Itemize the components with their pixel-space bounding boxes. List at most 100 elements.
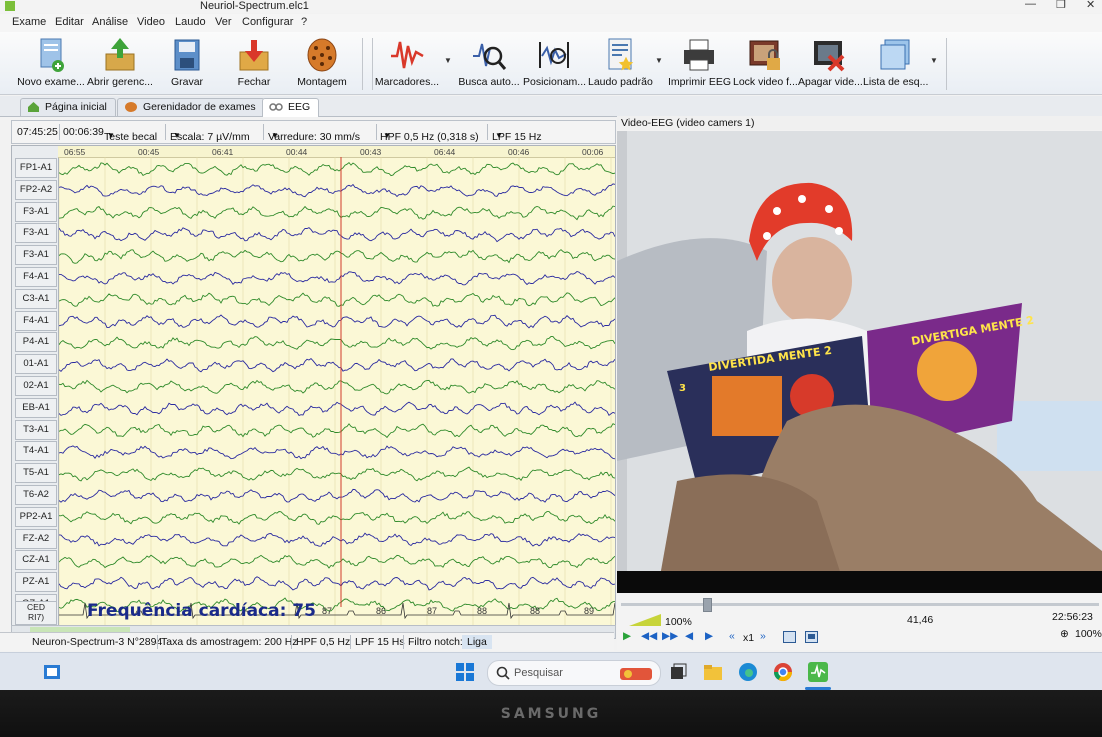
slower-icon[interactable]: « (729, 630, 735, 642)
positioning-button[interactable]: Posicionam... (523, 34, 586, 92)
video-seek-thumb[interactable] (703, 598, 712, 612)
close-exam-button[interactable]: Fechar (228, 34, 280, 92)
channel-label[interactable]: T5-A1 (15, 463, 57, 484)
faster-icon[interactable]: » (760, 630, 766, 642)
zoom-icon[interactable]: ⊕ (1060, 628, 1069, 640)
eeg-trace (59, 314, 615, 329)
eeg-trace (59, 466, 615, 482)
start-icon[interactable] (455, 662, 475, 682)
channel-label[interactable]: 02-A1 (15, 376, 57, 396)
channel-label[interactable]: F4-A1 (15, 310, 57, 331)
channel-label[interactable]: EB-A1 (15, 397, 57, 418)
video-feed[interactable]: DIVERTIDA MENTE 2 3 DIVERTIGA MENTE 2 (617, 131, 1102, 593)
play-icon[interactable]: ▶ (623, 630, 631, 642)
menu-video[interactable]: Video (137, 16, 165, 28)
eeg-trace (59, 532, 615, 547)
lock-video-button[interactable]: Lock video f... (733, 34, 798, 92)
channel-label[interactable]: P4-A1 (15, 332, 57, 353)
channel-label[interactable]: C3-A1 (15, 288, 57, 309)
print-eeg-button[interactable]: Imprimir EEG (668, 34, 731, 92)
new-exam-button[interactable]: Novo exame... (16, 34, 86, 92)
channel-label[interactable]: 01-A1 (15, 354, 57, 375)
step-forward-icon[interactable]: ▶ (705, 630, 713, 642)
menu-analise[interactable]: Análise (92, 16, 128, 28)
video-seek-track[interactable] (621, 603, 1099, 606)
menu-editar[interactable]: Editar (55, 16, 84, 28)
save-button[interactable]: Gravar (162, 34, 212, 92)
list-dropdown-icon[interactable]: ▼ (930, 56, 938, 65)
channel-label[interactable]: F3-A1 (15, 201, 57, 222)
report-dropdown-icon[interactable]: ▼ (655, 56, 663, 65)
time-tick-label: 00:06 (582, 147, 604, 157)
tab-eeg[interactable]: EEG (262, 98, 320, 117)
exam-manager-icon (125, 102, 137, 113)
notch-filter-toggle[interactable]: Liga (462, 635, 492, 649)
menu-laudo[interactable]: Laudo (175, 16, 206, 28)
open-manager-icon (105, 38, 135, 71)
rewind-icon[interactable]: ◀◀ (641, 630, 657, 642)
markers-dropdown-icon[interactable]: ▼ (444, 56, 452, 65)
channel-label[interactable]: T6-A2 (15, 485, 57, 505)
montage-button[interactable]: Montagem (293, 34, 351, 92)
widgets-icon[interactable] (42, 662, 62, 682)
eeg-trace (59, 161, 615, 177)
menu-configurar[interactable]: Configurar (242, 16, 293, 28)
channel-label[interactable]: T4-A1 (15, 441, 57, 462)
delete-video-button[interactable]: Apagar vide... (798, 34, 863, 92)
positioning-icon (539, 42, 569, 68)
chrome-icon[interactable] (773, 662, 793, 682)
list-button[interactable]: Lista de esq... (863, 34, 928, 92)
minimize-icon[interactable]: — (1025, 0, 1036, 10)
ecg-rate-value: 86 (376, 606, 387, 616)
maximize-icon[interactable]: ❐ (1056, 0, 1066, 11)
monitor-bezel: SAMSUNG (0, 690, 1102, 737)
eeg-trace-area[interactable]: FP1-A1 FP2-A2 F3-A1 F3-A1 F3-A1 F4-A1 C3-A1 F4-… (11, 145, 616, 627)
auto-search-icon (473, 43, 507, 70)
taskbar-search[interactable]: Pesquisar (487, 660, 661, 686)
channel-label[interactable]: FP1-A1 (15, 158, 57, 178)
channel-label[interactable]: F3-A1 (15, 223, 57, 244)
volume-icon[interactable] (629, 614, 661, 626)
toolbar-separator (362, 38, 363, 90)
eeg-trace (59, 183, 615, 198)
channel-label[interactable]: CZ-A1 (15, 550, 57, 571)
current-time: 07:45:25 (17, 126, 58, 138)
eeg-trace (59, 445, 615, 460)
status-lpf: LPF 15 Hs (355, 636, 405, 648)
monitor-brand: SAMSUNG (500, 706, 602, 722)
neuron-spectrum-icon[interactable] (808, 662, 828, 682)
eeg-bar-separator (263, 124, 264, 140)
channel-label[interactable]: PP2-A1 (15, 506, 57, 527)
tab-exam-manager[interactable]: Gerenidador de exames (117, 98, 265, 116)
report-button[interactable]: Laudo padrão (588, 34, 653, 92)
channel-label[interactable]: T3-A1 (15, 419, 57, 440)
task-view-icon[interactable] (668, 662, 688, 682)
time-tick-label: 00:45 (138, 147, 160, 157)
export-icon[interactable] (805, 631, 818, 643)
delete-video-icon (814, 41, 845, 72)
eeg-bar-separator (487, 124, 488, 140)
file-explorer-icon[interactable] (703, 662, 723, 682)
open-manager-button[interactable]: Abrir gerenc... (86, 34, 154, 92)
channel-label[interactable]: PZ-A1 (15, 572, 57, 593)
channel-label[interactable]: F4-A1 (15, 267, 57, 287)
snapshot-icon[interactable] (783, 631, 796, 643)
menu-help[interactable]: ? (301, 16, 307, 28)
edge-icon[interactable] (738, 662, 758, 682)
menu-exame[interactable]: Exame (12, 16, 46, 28)
tab-home[interactable]: Página inicial (20, 98, 116, 116)
step-back-icon[interactable]: ◀ (685, 630, 693, 642)
channel-label[interactable]: FZ-A2 (15, 528, 57, 549)
close-window-icon[interactable]: ✕ (1086, 0, 1095, 11)
video-panel-title: Video-EEG (video camers 1) (621, 117, 755, 129)
eeg-trace (59, 205, 615, 221)
eeg-icon (269, 103, 283, 111)
fast-forward-icon[interactable]: ▶▶ (662, 630, 678, 642)
menu-ver[interactable]: Ver (215, 16, 232, 28)
channel-label[interactable]: FP2-A2 (15, 179, 57, 200)
menu-bar: Exame Editar Análise Video Laudo Ver Con… (0, 14, 1102, 32)
channel-label[interactable]: F3-A1 (15, 245, 57, 266)
time-tick-label: 06:41 (212, 147, 234, 157)
markers-button[interactable]: Marcadores... (374, 34, 440, 92)
auto-search-button[interactable]: Busca auto... (458, 34, 520, 92)
